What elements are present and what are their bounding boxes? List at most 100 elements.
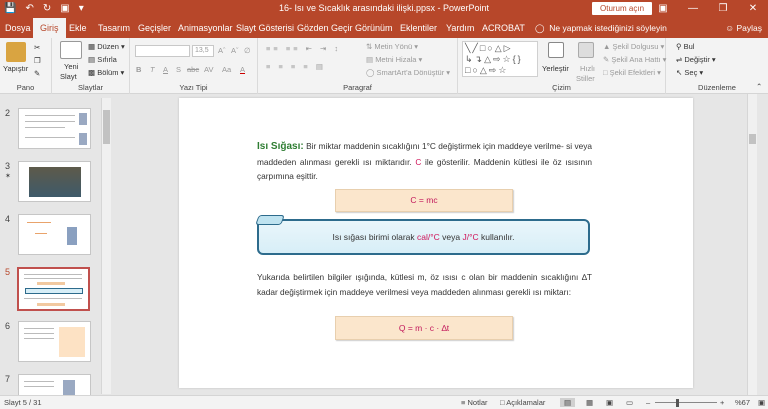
copy-icon[interactable]: ❐ [34, 56, 41, 65]
slide-thumbnail-pane: 2 3 ✶ 4 5 6 7 [0, 94, 113, 395]
slide-number: 7 [5, 374, 11, 384]
slide-thumbnail[interactable] [18, 321, 91, 362]
tab-design[interactable]: Tasarım [98, 18, 130, 38]
grow-font-icon[interactable]: Aˆ [218, 46, 226, 55]
text-direction-icon: ⇅ [366, 42, 373, 51]
select-button[interactable]: ↖ Seç ▾ [676, 68, 703, 77]
reset-icon: ▤ [88, 55, 96, 64]
char-spacing-button[interactable]: AV [204, 65, 213, 74]
reset-button[interactable]: ▤ Sıfırla [88, 55, 117, 64]
shrink-font-icon[interactable]: Aˇ [231, 46, 239, 55]
zoom-in-icon[interactable]: + [720, 398, 724, 407]
current-slide[interactable]: Isı Sığası: Bir miktar maddenin sıcaklığ… [179, 98, 693, 388]
tell-me-box[interactable]: ◯ Ne yapmak istediğinizi söyleyin [535, 18, 667, 38]
group-label-font: Yazı Tipi [179, 83, 208, 92]
heat-capacity-heading: Isı Sığası: [257, 141, 304, 152]
normal-view-icon[interactable]: ▤ [560, 398, 576, 407]
slide-number: 3 [5, 161, 11, 171]
format-painter-icon[interactable]: ✎ [34, 69, 40, 78]
clear-format-icon[interactable]: ∅ [244, 46, 251, 55]
arrange-button[interactable]: Yerleştir [542, 64, 569, 73]
group-label-paragraph: Paragraf [343, 83, 372, 92]
slideshow-view-icon[interactable]: ▭ [626, 398, 633, 407]
notes-icon: ≡ [461, 398, 466, 407]
thumbnail-scrollbar[interactable] [101, 98, 111, 394]
tab-review[interactable]: Gözden Geçir [297, 18, 353, 38]
shapes-gallery[interactable]: ╲╱□○△▷ ↳↴△⇨☆{} □○△⇨☆ [462, 41, 538, 77]
editor-scrollbar[interactable] [747, 94, 757, 395]
tab-addins[interactable]: Eklentiler [400, 18, 437, 38]
quick-styles-button-line2[interactable]: Stiller [576, 74, 595, 83]
tab-view[interactable]: Görünüm [355, 18, 393, 38]
change-case-button[interactable]: Aa [222, 65, 231, 74]
quick-styles-icon[interactable] [578, 42, 594, 58]
comments-button[interactable]: □ Açıklamalar [500, 398, 545, 407]
cut-icon[interactable]: ✂ [34, 43, 40, 52]
list-buttons[interactable]: ≡≡ ≡≡ ⇤ ⇥ ↕ [266, 44, 341, 53]
arrange-icon[interactable] [548, 42, 564, 58]
unit-joule: J/°C [462, 232, 479, 242]
shape-outline-button[interactable]: ✎ Şekil Ana Hattı ▾ [603, 55, 666, 64]
paint-bucket-icon: ▲ [603, 42, 611, 51]
minimize-icon[interactable]: — [678, 0, 708, 18]
paste-icon[interactable] [6, 42, 26, 62]
reading-view-icon[interactable]: ▣ [606, 398, 613, 407]
zoom-out-icon[interactable]: – [646, 398, 650, 407]
section-button[interactable]: ▩ Bölüm ▾ [88, 68, 124, 77]
zoom-slider[interactable] [655, 402, 717, 403]
collapse-ribbon-icon[interactable]: ⌃ [756, 82, 762, 91]
font-name-combo[interactable] [135, 45, 190, 57]
text-direction-button[interactable]: ⇅ Metin Yönü ▾ [366, 42, 418, 51]
tab-home[interactable]: Giriş [33, 18, 66, 38]
ribbon-display-options-icon[interactable]: ▣ [648, 0, 678, 18]
reset-label: Sıfırla [97, 55, 117, 64]
tab-insert[interactable]: Ekle [69, 18, 87, 38]
slide-thumbnail[interactable] [18, 108, 91, 149]
slide-thumbnail[interactable] [18, 374, 91, 395]
close-icon[interactable]: ✕ [738, 0, 768, 18]
align-buttons[interactable]: ≡ ≡ ≡ ≡ ▤ [266, 62, 326, 71]
slide-editor: Isı Sığası: Bir miktar maddenin sıcaklığ… [113, 94, 757, 395]
group-clipboard: Yapıştır ✂ ❐ ✎ Pano [0, 38, 52, 94]
section-icon: ▩ [88, 68, 96, 77]
font-color-button[interactable]: A [240, 65, 245, 74]
new-slide-icon[interactable] [60, 41, 82, 59]
ribbon-home: Yapıştır ✂ ❐ ✎ Pano Yeni Slayt ▦ Düzen ▾… [0, 38, 768, 94]
share-button[interactable]: ☺ Paylaş [725, 18, 762, 38]
slide-sorter-icon[interactable]: ▦ [586, 398, 593, 407]
fit-to-window-icon[interactable]: ▣ [758, 398, 765, 407]
paste-button[interactable]: Yapıştır [3, 64, 28, 73]
underline-button[interactable]: A [163, 65, 168, 74]
shape-fill-label: Şekil Dolgusu [612, 42, 659, 51]
group-label-clipboard: Pano [16, 83, 35, 92]
tab-transitions[interactable]: Geçişler [138, 18, 171, 38]
bold-button[interactable]: B [136, 65, 141, 74]
zoom-level[interactable]: %67 [735, 398, 750, 407]
tab-help[interactable]: Yardım [446, 18, 474, 38]
strikethrough-button[interactable]: abc [187, 65, 199, 74]
shape-fill-button[interactable]: ▲ Şekil Dolgusu ▾ [603, 42, 664, 51]
new-slide-button-line2[interactable]: Slayt [60, 72, 77, 81]
notes-button[interactable]: ≡ Notlar [461, 398, 488, 407]
italic-button[interactable]: T [150, 65, 155, 74]
new-slide-button[interactable]: Yeni [64, 62, 78, 71]
tab-animations[interactable]: Animasyonlar [178, 18, 233, 38]
restore-icon[interactable]: ❐ [708, 0, 738, 18]
tab-slideshow[interactable]: Slayt Gösterisi [236, 18, 294, 38]
align-text-button[interactable]: ▤ Metni Hizala ▾ [366, 55, 422, 64]
slide-thumbnail-selected[interactable] [17, 267, 90, 311]
quick-styles-button[interactable]: Hızlı [580, 64, 595, 73]
shape-effects-button[interactable]: □ Şekil Efektleri ▾ [603, 68, 661, 77]
tab-acrobat[interactable]: ACROBAT [482, 18, 525, 38]
layout-button[interactable]: ▦ Düzen ▾ [88, 42, 125, 51]
replace-button[interactable]: ⇌ Değiştir ▾ [676, 55, 716, 64]
tab-file[interactable]: Dosya [5, 18, 31, 38]
font-size-combo[interactable]: 13,5 [192, 45, 214, 57]
find-button[interactable]: ⚲ Bul [676, 42, 694, 51]
smartart-button[interactable]: ◯ SmartArt'a Dönüştür ▾ [366, 68, 450, 77]
slide-thumbnail[interactable] [18, 214, 91, 255]
slide-thumbnail[interactable] [18, 161, 91, 202]
shadow-button[interactable]: S [176, 65, 181, 74]
zoom-slider-handle[interactable] [676, 399, 679, 407]
signin-button[interactable]: Oturum açın [592, 2, 653, 15]
